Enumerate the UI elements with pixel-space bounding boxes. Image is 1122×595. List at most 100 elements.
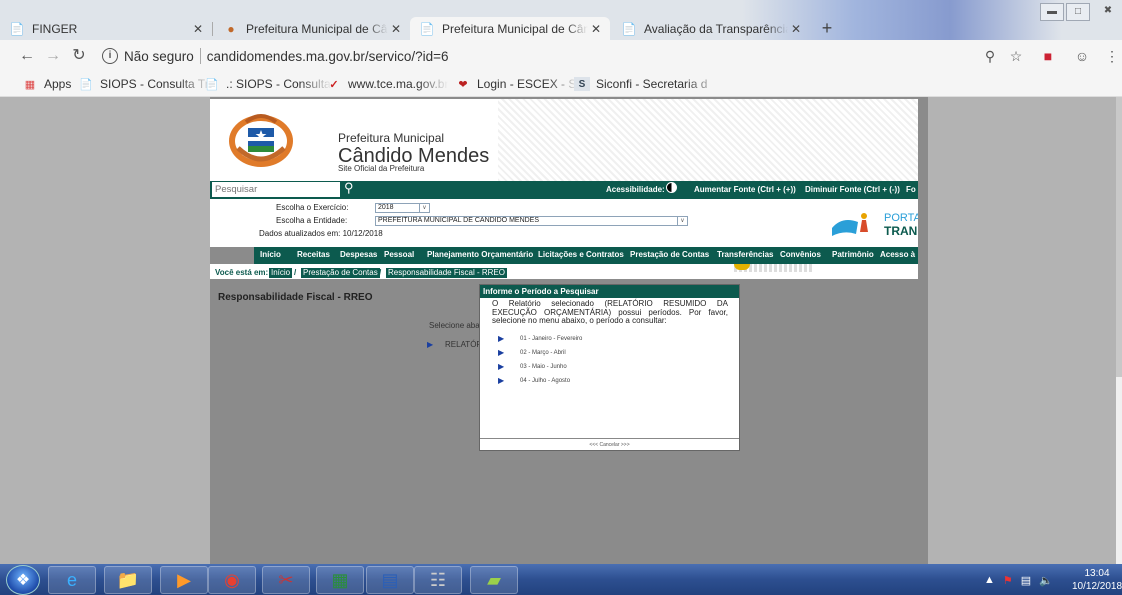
bookmark-label: www.tce.ma.gov.br/s xyxy=(348,77,448,91)
play-arrow-icon: ▶ xyxy=(498,362,505,371)
url-text: candidomendes.ma.gov.br/servico/?id=6 xyxy=(206,48,449,64)
star-icon[interactable]: ☆ xyxy=(1008,48,1024,64)
bookmark-label: Apps xyxy=(44,77,72,91)
close-icon[interactable]: ✕ xyxy=(788,22,804,36)
page-icon: 📄 xyxy=(79,78,93,91)
calculator-icon[interactable]: ☷ xyxy=(414,566,462,594)
tray-expand-icon[interactable]: ▲ xyxy=(984,574,995,586)
breadcrumb-inicio[interactable]: Início xyxy=(269,268,293,278)
entity-value: PREFEITURA MUNICIPAL DE CANDIDO MENDES xyxy=(378,217,540,224)
period-item[interactable]: ▶ 01 - Janeiro - Fevereiro xyxy=(498,334,582,343)
back-arrow-icon[interactable]: ← xyxy=(18,47,36,65)
coat-of-arms-logo[interactable] xyxy=(226,108,296,170)
period-item[interactable]: ▶ 04 - Julho - Agosto xyxy=(498,376,570,385)
close-icon[interactable]: ✕ xyxy=(588,22,604,36)
breadcrumb-rreo[interactable]: Responsabilidade Fiscal - RREO xyxy=(386,268,507,278)
bookmark-apps[interactable]: ▦ Apps xyxy=(22,75,72,93)
nav-licitacoes[interactable]: Licitações e Contratos xyxy=(538,250,624,259)
period-item[interactable]: ▶ 03 - Maio - Junho xyxy=(498,362,567,371)
contrast-icon[interactable] xyxy=(666,182,677,193)
close-window-button[interactable]: ✖ xyxy=(1096,3,1120,21)
word-icon[interactable]: ▤ xyxy=(366,566,414,594)
header-pattern xyxy=(498,99,918,181)
transparency-portal-logo[interactable]: PORTA TRAN xyxy=(828,208,918,238)
nav-acesso[interactable]: Acesso à xyxy=(880,250,915,259)
page-icon: 📄 xyxy=(419,21,435,36)
tab-prefeitura-2[interactable]: 📄 Prefeitura Municipal de Cândido ✕ xyxy=(410,17,610,40)
font-link-cut[interactable]: Fo xyxy=(906,185,916,194)
search-icon[interactable]: ⚲ xyxy=(344,180,354,196)
heart-logo-icon: ❤ xyxy=(458,78,468,91)
scrollbar-thumb[interactable] xyxy=(1116,97,1122,377)
bookmark-siconfi[interactable]: S Siconfi - Secretaria d xyxy=(574,75,722,93)
nav-receitas[interactable]: Receitas xyxy=(297,250,330,259)
nav-patrimonio[interactable]: Patrimônio xyxy=(832,250,874,259)
report-link[interactable]: RELATÓR xyxy=(445,340,482,349)
site-search-input[interactable] xyxy=(212,182,340,197)
media-player-icon[interactable]: ▶ xyxy=(160,566,208,594)
page-icon: 📄 xyxy=(205,78,219,91)
nav-convenios[interactable]: Convênios xyxy=(780,250,821,259)
address-bar[interactable]: i Não seguro candidomendes.ma.gov.br/ser… xyxy=(102,44,982,68)
bookmark-label: SIOPS - Consulta Tra xyxy=(100,77,212,91)
breadcrumb-separator: / xyxy=(379,268,382,277)
nav-transferencias[interactable]: Transferências xyxy=(717,250,773,259)
tab-avaliacao[interactable]: 📄 Avaliação da Transparência dos ✕ xyxy=(612,17,810,40)
increase-font-link[interactable]: Aumentar Fonte (Ctrl + (+)) xyxy=(694,185,796,194)
info-icon[interactable]: i xyxy=(102,48,118,64)
file-explorer-icon[interactable]: 📁 xyxy=(104,566,152,594)
play-arrow-icon: ▶ xyxy=(498,348,505,357)
security-label: Não seguro xyxy=(124,48,194,64)
close-icon[interactable]: ✕ xyxy=(190,22,206,36)
nav-despesas[interactable]: Despesas xyxy=(340,250,377,259)
excel-icon[interactable]: ▦ xyxy=(316,566,364,594)
nav-pessoal[interactable]: Pessoal xyxy=(384,250,414,259)
modal-title: Informe o Período a Pesquisar xyxy=(480,285,739,298)
play-arrow-icon: ▶ xyxy=(498,376,505,385)
nav-inicio[interactable]: Início xyxy=(260,250,281,259)
page-icon: 📄 xyxy=(9,21,25,36)
entity-select[interactable]: PREFEITURA MUNICIPAL DE CANDIDO MENDES ∨ xyxy=(375,216,688,226)
new-tab-button[interactable]: + xyxy=(817,19,837,39)
decrease-font-link[interactable]: Diminuir Fonte (Ctrl + (-)) xyxy=(805,185,900,194)
bookmark-tce[interactable]: ✓ www.tce.ma.gov.br/s xyxy=(326,75,448,93)
cancel-button[interactable]: <<< Cancelar >>> xyxy=(480,438,739,450)
snipping-tool-icon[interactable]: ✂ xyxy=(262,566,310,594)
nav-planejamento[interactable]: Planejamento Orçamentário xyxy=(427,250,533,259)
maximize-button[interactable]: □ xyxy=(1066,3,1090,21)
chrome-icon[interactable]: ◉ xyxy=(208,566,256,594)
minimize-button[interactable]: ▬ xyxy=(1040,3,1064,21)
pdf-extension-icon[interactable]: ■ xyxy=(1040,48,1056,64)
coat-of-arms-icon: ● xyxy=(227,21,235,36)
breadcrumb-prestacao[interactable]: Prestação de Contas xyxy=(301,268,380,278)
forward-arrow-icon[interactable]: → xyxy=(44,47,62,65)
clock[interactable]: 13:04 10/12/2018 xyxy=(1072,567,1122,593)
tab-finger[interactable]: 📄 FINGER ✕ xyxy=(0,17,212,40)
zoom-icon[interactable]: ⚲ xyxy=(982,48,998,64)
period-label: 01 - Janeiro - Fevereiro xyxy=(520,335,583,342)
page-icon: 📄 xyxy=(621,21,637,36)
updated-date: Dados atualizados em: 10/12/2018 xyxy=(259,229,383,238)
tab-prefeitura-1[interactable]: ● Prefeitura Municipal de Cândido ✕ xyxy=(214,17,410,40)
bookmark-siops-1[interactable]: 📄 SIOPS - Consulta Tra xyxy=(78,75,212,93)
bookmark-siops-2[interactable]: 📄 .: SIOPS - Consulta d xyxy=(204,75,332,93)
bookmark-escex[interactable]: ❤ Login - ESCEX - Soph xyxy=(455,75,579,93)
chevron-down-icon: ∨ xyxy=(677,217,687,225)
volume-icon[interactable]: 🔈 xyxy=(1039,574,1053,587)
bookmark-label: Siconfi - Secretaria d xyxy=(596,77,708,91)
nav-prestacao[interactable]: Prestação de Contas xyxy=(630,250,709,259)
flag-icon[interactable]: ⚑ xyxy=(1003,574,1013,587)
internet-explorer-icon[interactable]: e xyxy=(48,566,96,594)
header-small-title: Prefeitura Municipal xyxy=(338,131,445,145)
folder-icon[interactable]: ▰ xyxy=(470,566,518,594)
menu-dots-icon[interactable]: ⋮ xyxy=(1104,48,1120,64)
exercise-select[interactable]: 2018 ∨ xyxy=(375,203,430,213)
close-icon[interactable]: ✕ xyxy=(388,22,404,36)
reload-icon[interactable]: ↻ xyxy=(70,47,88,65)
page-scrollbar[interactable] xyxy=(1116,97,1122,564)
period-item[interactable]: ▶ 02 - Março - Abril xyxy=(498,348,566,357)
portal-text-2: TRAN xyxy=(884,224,917,238)
extension-icon[interactable]: ☺ xyxy=(1074,48,1090,64)
start-orb[interactable]: ❖ xyxy=(6,565,40,595)
network-icon[interactable]: ▤ xyxy=(1021,574,1031,587)
